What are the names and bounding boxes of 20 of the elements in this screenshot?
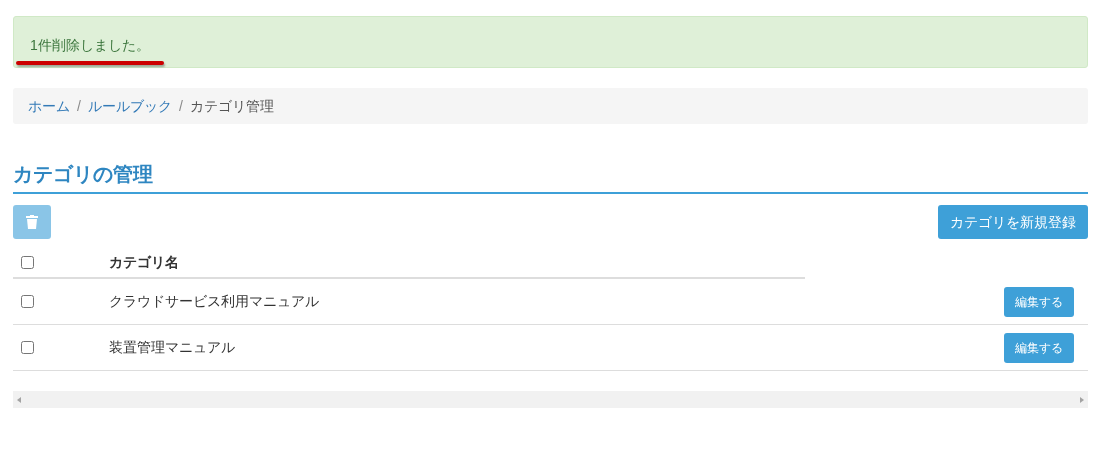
trash-icon — [26, 215, 38, 229]
row-checkbox[interactable] — [21, 341, 34, 354]
alert-message: 1件削除しました。 — [30, 35, 150, 56]
breadcrumb-link[interactable]: ホーム — [28, 95, 70, 117]
row-checkbox[interactable] — [21, 295, 34, 308]
breadcrumb-separator: / — [76, 96, 82, 116]
create-category-button[interactable]: カテゴリを新規登録 — [938, 205, 1088, 239]
breadcrumb-separator: / — [177, 96, 184, 116]
edit-button[interactable]: 編集する — [1004, 332, 1074, 363]
edit-button[interactable]: 編集する — [1004, 286, 1074, 317]
scroll-right-icon — [1080, 396, 1084, 403]
category-name: 装置管理マニュアル — [109, 338, 236, 357]
scroll-left-icon — [17, 396, 21, 403]
page-heading: カテゴリの管理 — [13, 162, 1088, 194]
select-all-checkbox[interactable] — [21, 255, 34, 269]
category-name: クラウドサービス利用マニュアル — [109, 292, 320, 311]
breadcrumb-link[interactable]: ルールブック — [87, 95, 172, 117]
breadcrumb-current: カテゴリ管理 — [189, 96, 274, 116]
column-header: カテゴリ名 — [109, 252, 179, 272]
horizontal-scrollbar[interactable] — [13, 391, 1088, 408]
